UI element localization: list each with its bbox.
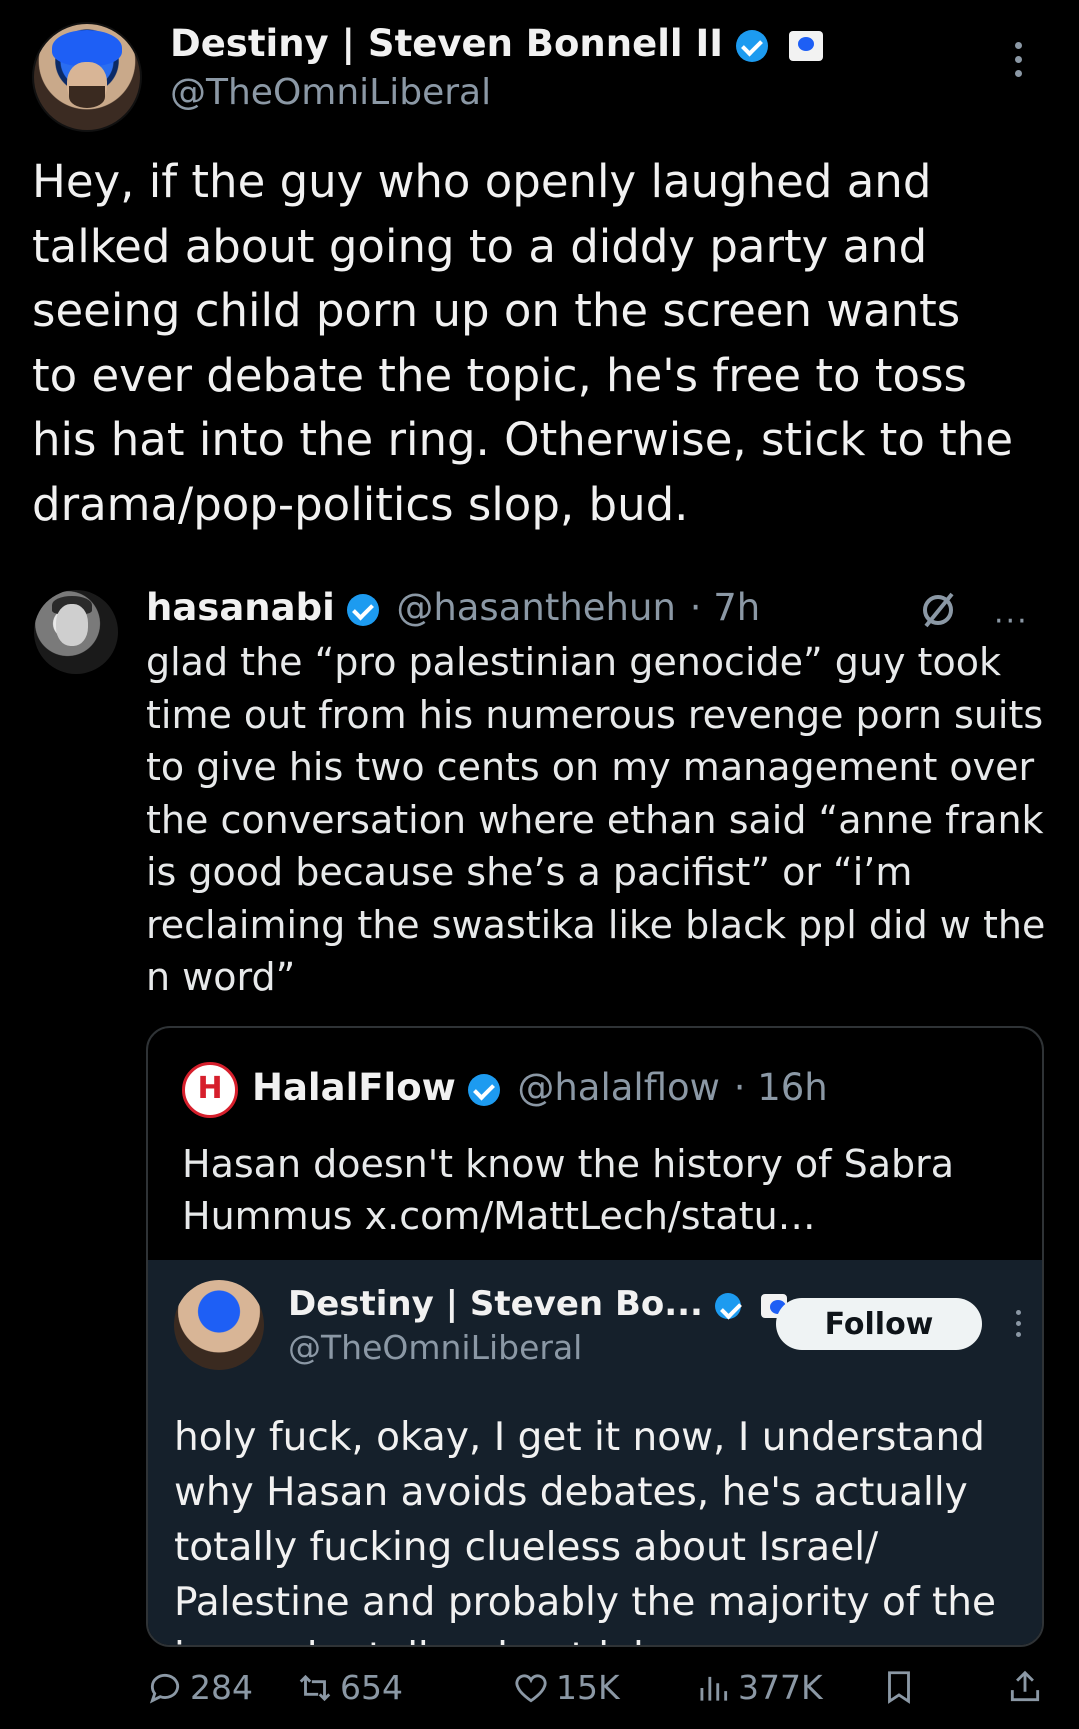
reply-count: 284	[190, 1668, 253, 1707]
quoted-time: · 7h	[689, 586, 761, 629]
repost-button[interactable]: 654	[296, 1668, 403, 1707]
nested-quote-card[interactable]: HalalFlow @halalflow · 16h Hasan doesn't…	[146, 1026, 1044, 1647]
bookmark-icon	[888, 1671, 910, 1704]
verified-badge-icon	[346, 593, 379, 626]
repost-icon	[299, 1674, 331, 1701]
avatar-face	[56, 604, 88, 646]
grok-icon[interactable]	[918, 590, 958, 630]
halalflow-avatar[interactable]	[182, 1062, 238, 1118]
nested-header: HalalFlow @halalflow · 16h	[252, 1066, 828, 1109]
embed-author-avatar[interactable]	[174, 1280, 264, 1370]
embed-author-handle[interactable]: @TheOmniLiberal	[288, 1328, 582, 1367]
views-button[interactable]: 377K	[694, 1668, 823, 1707]
affiliate-badge-icon[interactable]	[788, 30, 823, 61]
share-icon	[1010, 1670, 1040, 1702]
author-avatar[interactable]	[32, 22, 142, 132]
more-options-icon[interactable]	[1015, 42, 1023, 84]
like-button[interactable]: 15K	[512, 1668, 620, 1707]
views-icon	[700, 1676, 728, 1701]
repost-count: 654	[340, 1668, 403, 1707]
avatar-hair	[52, 30, 122, 66]
views-count: 377K	[738, 1668, 823, 1707]
avatar-beard	[69, 86, 105, 108]
bookmark-button[interactable]	[880, 1668, 924, 1706]
action-bar: 284 654 15K 377K	[146, 1668, 1046, 1718]
like-count: 15K	[556, 1668, 620, 1707]
quoted-author-avatar[interactable]	[34, 590, 118, 674]
tweet-text: Hey, if the guy who openly laughed and t…	[32, 155, 1014, 531]
share-button[interactable]	[1006, 1668, 1050, 1706]
nested-author-handle[interactable]: @halalflow	[517, 1066, 720, 1109]
quoted-header: hasanabi @hasanthehun · 7h	[146, 586, 760, 629]
quoted-author-handle[interactable]: @hasanthehun	[396, 586, 676, 629]
embed-more-icon[interactable]	[1016, 1310, 1022, 1343]
embedded-tweet[interactable]: Destiny | Steven Bo... @TheOmniLiberal F…	[148, 1260, 1042, 1645]
quoted-more-icon[interactable]: ···	[994, 604, 1029, 639]
author-name-row[interactable]: Destiny | Steven Bonnell II	[170, 22, 823, 65]
reply-button[interactable]: 284	[146, 1668, 253, 1707]
verified-badge-icon	[467, 1073, 500, 1106]
embed-text: holy fuck, okay, I get it now, I underst…	[174, 1415, 996, 1645]
embed-author-name[interactable]: Destiny | Steven Bo...	[288, 1284, 703, 1324]
heart-icon	[515, 1673, 547, 1702]
nested-time: · 16h	[733, 1066, 828, 1109]
quoted-text: glad the “pro palestinian genocide” guy …	[146, 640, 1046, 999]
verified-badge-icon	[714, 1292, 741, 1319]
reply-icon	[149, 1673, 180, 1703]
embed-author-name-row: Destiny | Steven Bo...	[288, 1284, 787, 1324]
follow-button[interactable]: Follow	[776, 1298, 982, 1350]
verified-badge-icon	[735, 29, 768, 62]
nested-author-name[interactable]: HalalFlow	[252, 1066, 456, 1109]
author-handle[interactable]: @TheOmniLiberal	[170, 72, 491, 113]
author-name[interactable]: Destiny | Steven Bonnell II	[170, 22, 723, 65]
quoted-author-name[interactable]: hasanabi	[146, 586, 335, 629]
nested-text: Hasan doesn't know the history of Sabra …	[182, 1142, 955, 1238]
